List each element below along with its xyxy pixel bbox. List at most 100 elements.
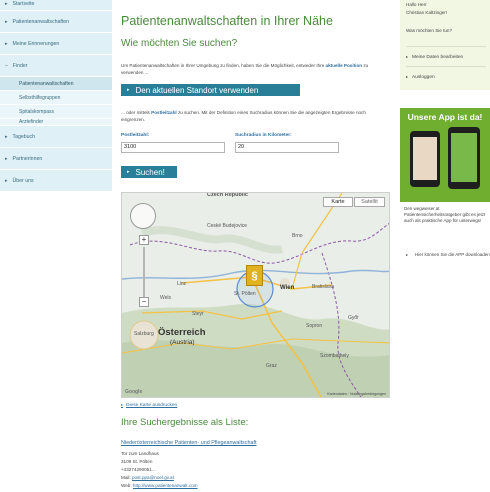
map-label-st-poelten: St. Pölten [234, 291, 256, 297]
zoom-in-icon[interactable]: + [139, 235, 149, 245]
results-title: Ihre Suchergebnisse als Liste: [121, 417, 249, 428]
sidebar-item-ueber-uns[interactable]: ▸ Über uns [0, 170, 112, 192]
sidebar-subitem-aerztefinder[interactable]: Ärztefinder [0, 119, 112, 126]
play-arrow-icon: ▸ [121, 402, 124, 407]
map-label-szombathely: Szombathely [320, 353, 349, 359]
app-promo-image[interactable] [400, 125, 490, 202]
sidebar-subitem-selbsthilfegruppen[interactable]: Selbsthilfegruppen [0, 91, 112, 105]
result-name-link[interactable]: Niederösterreichische Patienten- und Pfl… [121, 440, 256, 446]
map-view[interactable]: Karte Satellit + − Czech Republic Brno C… [121, 192, 390, 398]
map-attribution[interactable]: Kartendaten · Nutzungsbedingungen [327, 392, 386, 396]
chevron-right-icon: ▸ [5, 40, 8, 47]
play-arrow-icon: ▸ [127, 169, 130, 175]
sidebar-subitem-patientenanwaltschaften[interactable]: Patientenanwaltschaften [0, 77, 112, 91]
app-download-label: Hier können Sie die APP downloaden [415, 252, 490, 257]
map-type-karte-button[interactable]: Karte [323, 197, 353, 207]
intro-text: Um Patientenanwaltschaften in Ihrer Umge… [121, 62, 383, 76]
mail-label: Mail: [121, 475, 131, 480]
sidebar-item-label: Meine Erinnerungen [12, 40, 60, 47]
mail-link[interactable]: post.ppa@noel.gv.at [132, 475, 174, 480]
app-promo-text: Den wegweiser.at Patientensicherheitsrat… [404, 206, 486, 223]
result-city-line: 3109 St. Pölten [121, 459, 153, 464]
chevron-right-icon: ▸ [406, 252, 409, 257]
postcode-input[interactable]: 3100 [121, 142, 225, 153]
map-type-satellit-button[interactable]: Satellit [354, 197, 385, 207]
result-web-line: Web: http://www.patientenanwalt.com [121, 483, 198, 488]
phone-screen [451, 133, 477, 182]
sidebar-item-partnerinnen[interactable]: ▸ Partnerinnen [0, 148, 112, 170]
map-label-graz: Graz [266, 363, 277, 369]
chevron-right-icon: ▸ [5, 18, 8, 25]
radius-label: Suchradius in Kilometer: [235, 133, 292, 138]
map-label-steyr: Steyr [192, 311, 204, 317]
sidebar-item-erinnerungen[interactable]: ▸ Meine Erinnerungen [0, 33, 112, 55]
chevron-right-icon: ▸ [5, 177, 8, 184]
result-phone-line: +43274290051... [121, 467, 156, 472]
app-promo-header: Unsere App ist da! [400, 108, 490, 125]
print-map-link[interactable]: ▸ Diese Karte ausdrucken [121, 402, 177, 408]
sidebar-item-patientenanwaltschaften[interactable]: ▸ Patientenanwaltschaften [0, 11, 112, 33]
intro-text-start: Um Patientenanwaltschaften in Ihrer Umge… [121, 63, 325, 68]
web-link[interactable]: http://www.patientenanwalt.com [133, 483, 198, 488]
phone-image [448, 127, 480, 189]
map-label-budejovice: Ceské Budejovice [207, 223, 248, 229]
postcode-label: Postleitzahl: [121, 133, 150, 138]
page-title: Patientenanwaltschaften in Ihrer Nähe [121, 14, 333, 28]
map-label-salzburg: Salzburg [134, 331, 154, 337]
map-label-bratislava: Bratislava [312, 284, 334, 290]
app-download-link[interactable]: ▸ Hier können Sie die APP downloaden [406, 252, 490, 258]
search-button[interactable]: ▸ Suchen! [121, 166, 177, 178]
map-label-wien: Wien [280, 285, 295, 291]
zoom-slider-track[interactable] [143, 247, 145, 297]
location-marker-icon[interactable]: § [246, 265, 263, 286]
map-label-country-sub: (Austria) [170, 339, 195, 346]
edit-profile-label: Meine Daten bearbeiten [412, 55, 464, 60]
edit-profile-link[interactable]: ▸ Meine Daten bearbeiten [406, 54, 463, 60]
phone-screen [413, 137, 437, 180]
collapse-icon: – [5, 62, 8, 69]
result-address-line: Tor zum Landhaus [121, 451, 159, 456]
postcode-intro-text: ... oder mittels Postleitzahl zu suchen.… [121, 109, 383, 123]
result-mail-line: Mail: post.ppa@noel.gv.at [121, 475, 174, 480]
web-label: Web: [121, 483, 132, 488]
chevron-right-icon: ▸ [5, 155, 8, 162]
map-label-brno: Brno [292, 233, 303, 239]
use-location-button[interactable]: ▸ Den aktuellen Standort verwenden [121, 84, 300, 96]
sidebar-item-label: Startseite [12, 1, 35, 7]
chevron-right-icon: ▸ [406, 74, 409, 79]
sidebar-item-label: Über uns [12, 177, 34, 184]
postcode-intro-highlight: Postleitzahl [151, 110, 177, 115]
question-text: Was möchten Sie tun? [406, 28, 453, 33]
map-label-country: Österreich [158, 327, 206, 338]
sidebar-subitem-spitalskompass[interactable]: Spitalskompass [0, 105, 112, 119]
chevron-right-icon: ▸ [5, 1, 8, 7]
postcode-intro-start: ... oder mittels [121, 110, 150, 115]
search-button-label: Suchen! [135, 167, 165, 177]
logout-link[interactable]: ▸ Ausloggen [406, 74, 435, 80]
map-label-wels: Wels [160, 295, 172, 301]
page-subtitle: Wie möchten Sie suchen? [121, 38, 238, 49]
zoom-out-icon[interactable]: − [139, 297, 149, 307]
sidebar-item-label: Tagebuch [12, 133, 36, 140]
radius-input[interactable]: 20 [235, 142, 339, 153]
play-arrow-icon: ▸ [127, 87, 130, 93]
map-label-country-north: Czech Republic [207, 192, 248, 198]
chevron-right-icon: ▸ [406, 54, 409, 59]
intro-highlight: aktuelle Position [325, 63, 363, 68]
divider [406, 66, 486, 67]
sidebar-nav: ▸ Startseite ▸ Patientenanwaltschaften ▸… [0, 0, 112, 192]
sidebar-item-tagebuch[interactable]: ▸ Tagebuch [0, 126, 112, 148]
chevron-right-icon: ▸ [5, 133, 8, 140]
logout-label: Ausloggen [412, 75, 435, 80]
pan-control-icon[interactable] [130, 203, 156, 229]
user-name: Christian Kaltzinger! [406, 10, 448, 15]
print-map-link-label: Diese Karte ausdrucken [126, 403, 178, 408]
google-logo: Google [125, 389, 143, 395]
sidebar-item-label: Patientenanwaltschaften [12, 18, 70, 25]
divider [406, 46, 486, 47]
map-label-linz: Linz [177, 281, 187, 287]
map-label-sopron: Sopron [306, 323, 323, 329]
map-label-gyor: Győr [348, 315, 359, 321]
sidebar-item-startseite[interactable]: ▸ Startseite [0, 0, 112, 11]
sidebar-item-finder[interactable]: – Finder [0, 55, 112, 77]
